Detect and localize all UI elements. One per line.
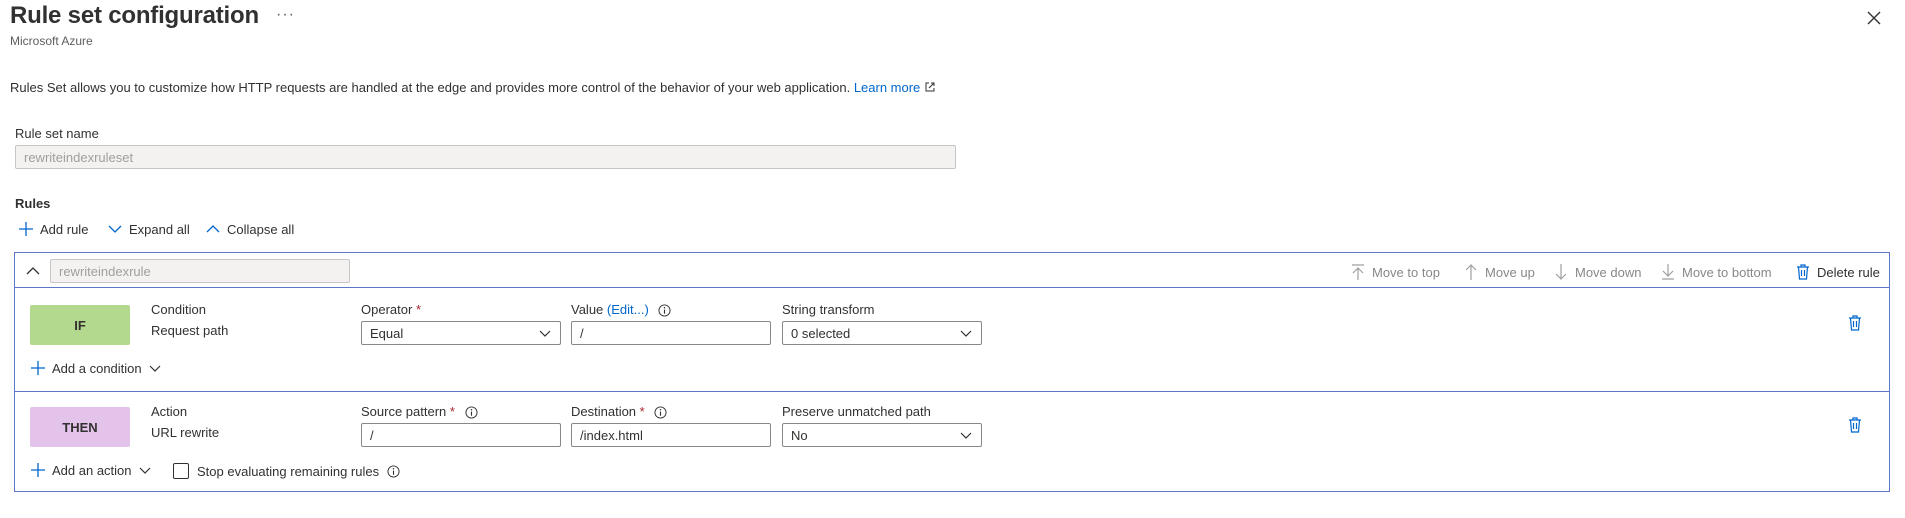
learn-more-label: Learn more [853, 80, 921, 95]
rule-name-input[interactable] [50, 259, 350, 283]
info-icon[interactable] [658, 304, 671, 317]
chevron-down-icon [539, 330, 551, 337]
source-pattern-input[interactable] [361, 423, 561, 447]
string-transform-value: 0 selected [791, 325, 851, 341]
add-action-button[interactable]: Add an action [30, 462, 152, 478]
condition-type-label: Condition [151, 302, 206, 317]
chevron-down-icon [960, 330, 972, 337]
destination-label: Destination * [571, 404, 667, 419]
rule-set-name-label: Rule set name [15, 126, 99, 141]
rule-card [14, 252, 1890, 492]
delete-action-button[interactable] [1847, 416, 1863, 439]
trash-icon [1797, 264, 1809, 280]
value-label: Value (Edit...) [571, 302, 671, 317]
preserve-path-select[interactable]: No [782, 423, 982, 447]
chevron-down-icon [108, 225, 122, 233]
operator-label-text: Operator [361, 302, 413, 317]
info-icon[interactable] [465, 406, 478, 419]
chevron-down-icon [149, 365, 161, 372]
arrow-down-icon [1555, 264, 1567, 280]
action-type-label: Action [151, 404, 188, 419]
required-marker: * [415, 302, 421, 317]
collapse-all-button[interactable]: Collapse all [205, 221, 294, 237]
preserve-path-value: No [791, 427, 808, 443]
expand-all-button[interactable]: Expand all [107, 221, 190, 237]
operator-select-value: Equal [370, 325, 404, 341]
move-down-button[interactable]: Move down [1553, 263, 1641, 281]
plus-icon [31, 361, 45, 375]
stop-evaluating-label: Stop evaluating remaining rules [197, 463, 380, 479]
close-button[interactable] [1864, 8, 1884, 28]
chevron-down-icon [139, 467, 150, 474]
move-to-top-button[interactable]: Move to top [1350, 263, 1440, 281]
page-subtitle: Microsoft Azure [10, 34, 93, 48]
move-to-bottom-button[interactable]: Move to bottom [1660, 263, 1772, 281]
trash-icon [1849, 417, 1861, 433]
stop-evaluating-checkbox[interactable] [173, 463, 189, 479]
add-action-label: Add an action [52, 462, 132, 478]
chevron-up-icon [206, 225, 220, 233]
condition-value-input[interactable] [571, 321, 771, 345]
value-label-text: Value [571, 302, 604, 317]
action-type-value: URL rewrite [151, 425, 220, 440]
move-to-bottom-icon [1662, 264, 1674, 280]
description-text: Rules Set allows you to customize how HT… [10, 80, 851, 95]
collapse-all-label: Collapse all [227, 221, 295, 237]
destination-input[interactable] [571, 423, 771, 447]
destination-label-text: Destination [571, 404, 637, 419]
add-condition-button[interactable]: Add a condition [30, 360, 162, 376]
section-divider [14, 391, 1890, 392]
value-edit-link[interactable]: (Edit...) [607, 302, 649, 317]
move-to-top-label: Move to top [1372, 264, 1440, 280]
delete-rule-label: Delete rule [1817, 264, 1880, 280]
required-marker: * [639, 404, 645, 419]
page-title: Rule set configuration [10, 2, 259, 29]
string-transform-select[interactable]: 0 selected [782, 321, 982, 345]
source-pattern-label: Source pattern * [361, 404, 478, 419]
chevron-up-icon [26, 267, 40, 275]
add-rule-label: Add rule [40, 221, 89, 237]
plus-icon [31, 463, 45, 477]
stop-evaluating-option[interactable]: Stop evaluating remaining rules [173, 463, 400, 479]
chevron-down-icon [960, 432, 972, 439]
if-badge: IF [30, 305, 130, 345]
delete-condition-button[interactable] [1847, 314, 1863, 337]
trash-icon [1849, 315, 1861, 331]
description-line: Rules Set allows you to customize how HT… [10, 80, 936, 95]
delete-rule-button[interactable]: Delete rule [1795, 263, 1880, 281]
operator-select[interactable]: Equal [361, 321, 561, 345]
preserve-path-label: Preserve unmatched path [782, 404, 931, 419]
info-icon[interactable] [387, 464, 400, 478]
learn-more-link[interactable]: Learn more [854, 80, 936, 95]
arrow-up-icon [1465, 264, 1477, 280]
rules-section-label: Rules [15, 196, 51, 211]
operator-label: Operator * [361, 302, 421, 317]
add-rule-button[interactable]: Add rule [18, 221, 88, 237]
info-icon[interactable] [654, 406, 667, 419]
plus-icon [19, 222, 33, 236]
rule-collapse-button[interactable] [24, 262, 42, 280]
move-to-top-icon [1352, 264, 1364, 280]
add-condition-label: Add a condition [52, 360, 142, 376]
move-down-label: Move down [1575, 264, 1642, 280]
condition-type-value: Request path [151, 323, 229, 338]
move-up-button[interactable]: Move up [1463, 263, 1535, 281]
expand-all-label: Expand all [129, 221, 190, 237]
rule-set-name-input[interactable] [15, 145, 956, 169]
source-pattern-label-text: Source pattern [361, 404, 447, 419]
more-options-button[interactable]: ··· [276, 6, 295, 24]
then-badge: THEN [30, 407, 130, 447]
required-marker: * [449, 404, 455, 419]
string-transform-label: String transform [782, 302, 875, 317]
external-link-icon [925, 82, 935, 92]
close-icon [1867, 11, 1881, 25]
move-to-bottom-label: Move to bottom [1682, 264, 1772, 280]
move-up-label: Move up [1485, 264, 1535, 280]
